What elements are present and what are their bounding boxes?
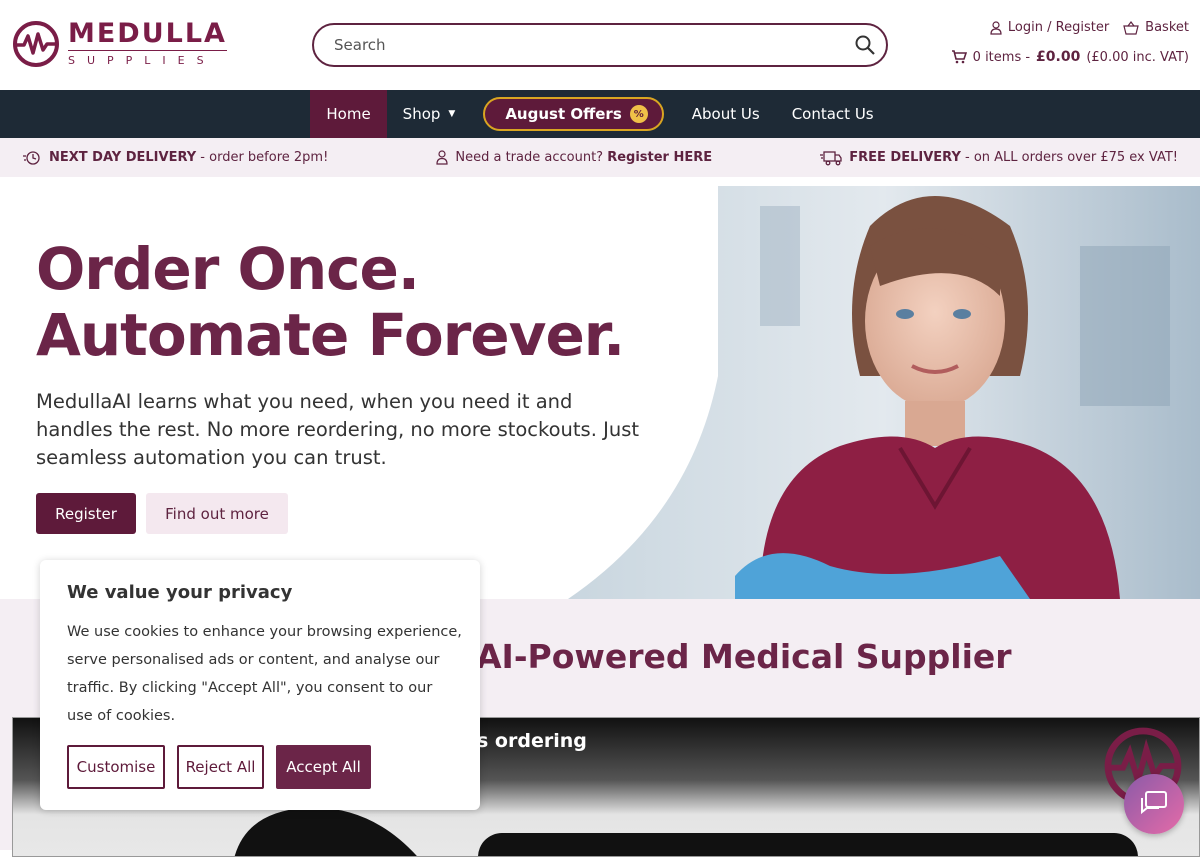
free-rest: - on ALL orders over £75 ex VAT! [960, 150, 1178, 165]
video-title: s ordering [477, 730, 587, 752]
van-icon [820, 150, 842, 165]
medulla-logo-icon [13, 21, 59, 67]
main-nav: Home Shop ▼ August Offers % About Us Con… [0, 90, 1200, 138]
trade-account[interactable]: Need a trade account? Register HERE [436, 150, 712, 165]
hero-heading: Order Once. Automate Forever. [36, 235, 625, 369]
basket-link[interactable]: Basket [1123, 20, 1189, 35]
cart-items: 0 items - [972, 49, 1031, 65]
delivery-icon [23, 150, 40, 165]
hero-line-2: Automate Forever. [36, 301, 625, 369]
basket-label: Basket [1145, 20, 1189, 35]
free-delivery: FREE DELIVERY - on ALL orders over £75 e… [820, 150, 1178, 166]
search-bar [312, 23, 888, 67]
cart-vat: (£0.00 inc. VAT) [1086, 49, 1189, 65]
hero-banner: Order Once. Automate Forever. MedullaAI … [0, 186, 1200, 599]
free-bold: FREE DELIVERY [849, 150, 961, 165]
trade-text: Need a trade account? [455, 150, 608, 165]
nav-contact[interactable]: Contact Us [776, 90, 890, 138]
search-icon[interactable] [854, 34, 876, 56]
video-figure [234, 807, 417, 856]
chat-icon [1141, 791, 1167, 815]
hero-line-1: Order Once. [36, 235, 420, 303]
info-strip: NEXT DAY DELIVERY - order before 2pm! Ne… [0, 138, 1200, 177]
delivery-rest: - order before 2pm! [196, 150, 329, 165]
brand-name: MEDULLA [68, 18, 227, 49]
account-icon [436, 150, 448, 165]
user-icon [990, 20, 1002, 35]
nav-august-offers[interactable]: August Offers % [483, 97, 664, 131]
nav-home[interactable]: Home [310, 90, 387, 138]
offers-label: August Offers [505, 105, 622, 123]
register-button[interactable]: Register [36, 493, 136, 534]
site-header: MEDULLA SUPPLIES Login / Register Basket… [0, 0, 1200, 90]
login-label: Login / Register [1007, 20, 1110, 35]
hero-body: MedullaAI learns what you need, when you… [36, 390, 640, 469]
section-title: AI-Powered Medical Supplier [476, 637, 1012, 676]
cart-summary[interactable]: 0 items - £0.00 (£0.00 inc. VAT) [951, 49, 1189, 65]
nav-about[interactable]: About Us [676, 90, 776, 138]
basket-icon [1123, 20, 1139, 35]
search-input[interactable] [334, 36, 854, 54]
delivery-bold: NEXT DAY DELIVERY [49, 150, 197, 165]
login-link[interactable]: Login / Register [990, 20, 1109, 35]
cart-price: £0.00 [1036, 49, 1081, 65]
caret-down-icon: ▼ [448, 109, 456, 119]
customise-button[interactable]: Customise [67, 745, 165, 789]
chat-button[interactable] [1124, 774, 1184, 834]
brand-logo[interactable]: MEDULLA SUPPLIES [12, 20, 227, 68]
trade-link[interactable]: Register HERE [607, 150, 712, 165]
next-day-delivery: NEXT DAY DELIVERY - order before 2pm! [22, 150, 328, 166]
percent-icon: % [629, 105, 648, 123]
cookie-consent-dialog: We value your privacy We use cookies to … [40, 560, 480, 810]
account-links: Login / Register Basket [990, 20, 1189, 35]
reject-all-button[interactable]: Reject All [177, 745, 264, 789]
brand-sub: SUPPLIES [68, 54, 216, 67]
nav-shop[interactable]: Shop ▼ [387, 90, 472, 138]
cart-icon [951, 50, 967, 64]
video-frame [478, 833, 1138, 856]
nav-shop-label: Shop [402, 105, 441, 123]
accept-all-button[interactable]: Accept All [276, 745, 371, 789]
cookie-body: We use cookies to enhance your browsing … [67, 624, 462, 724]
cookie-title: We value your privacy [67, 582, 293, 603]
find-out-more-button[interactable]: Find out more [146, 493, 288, 534]
